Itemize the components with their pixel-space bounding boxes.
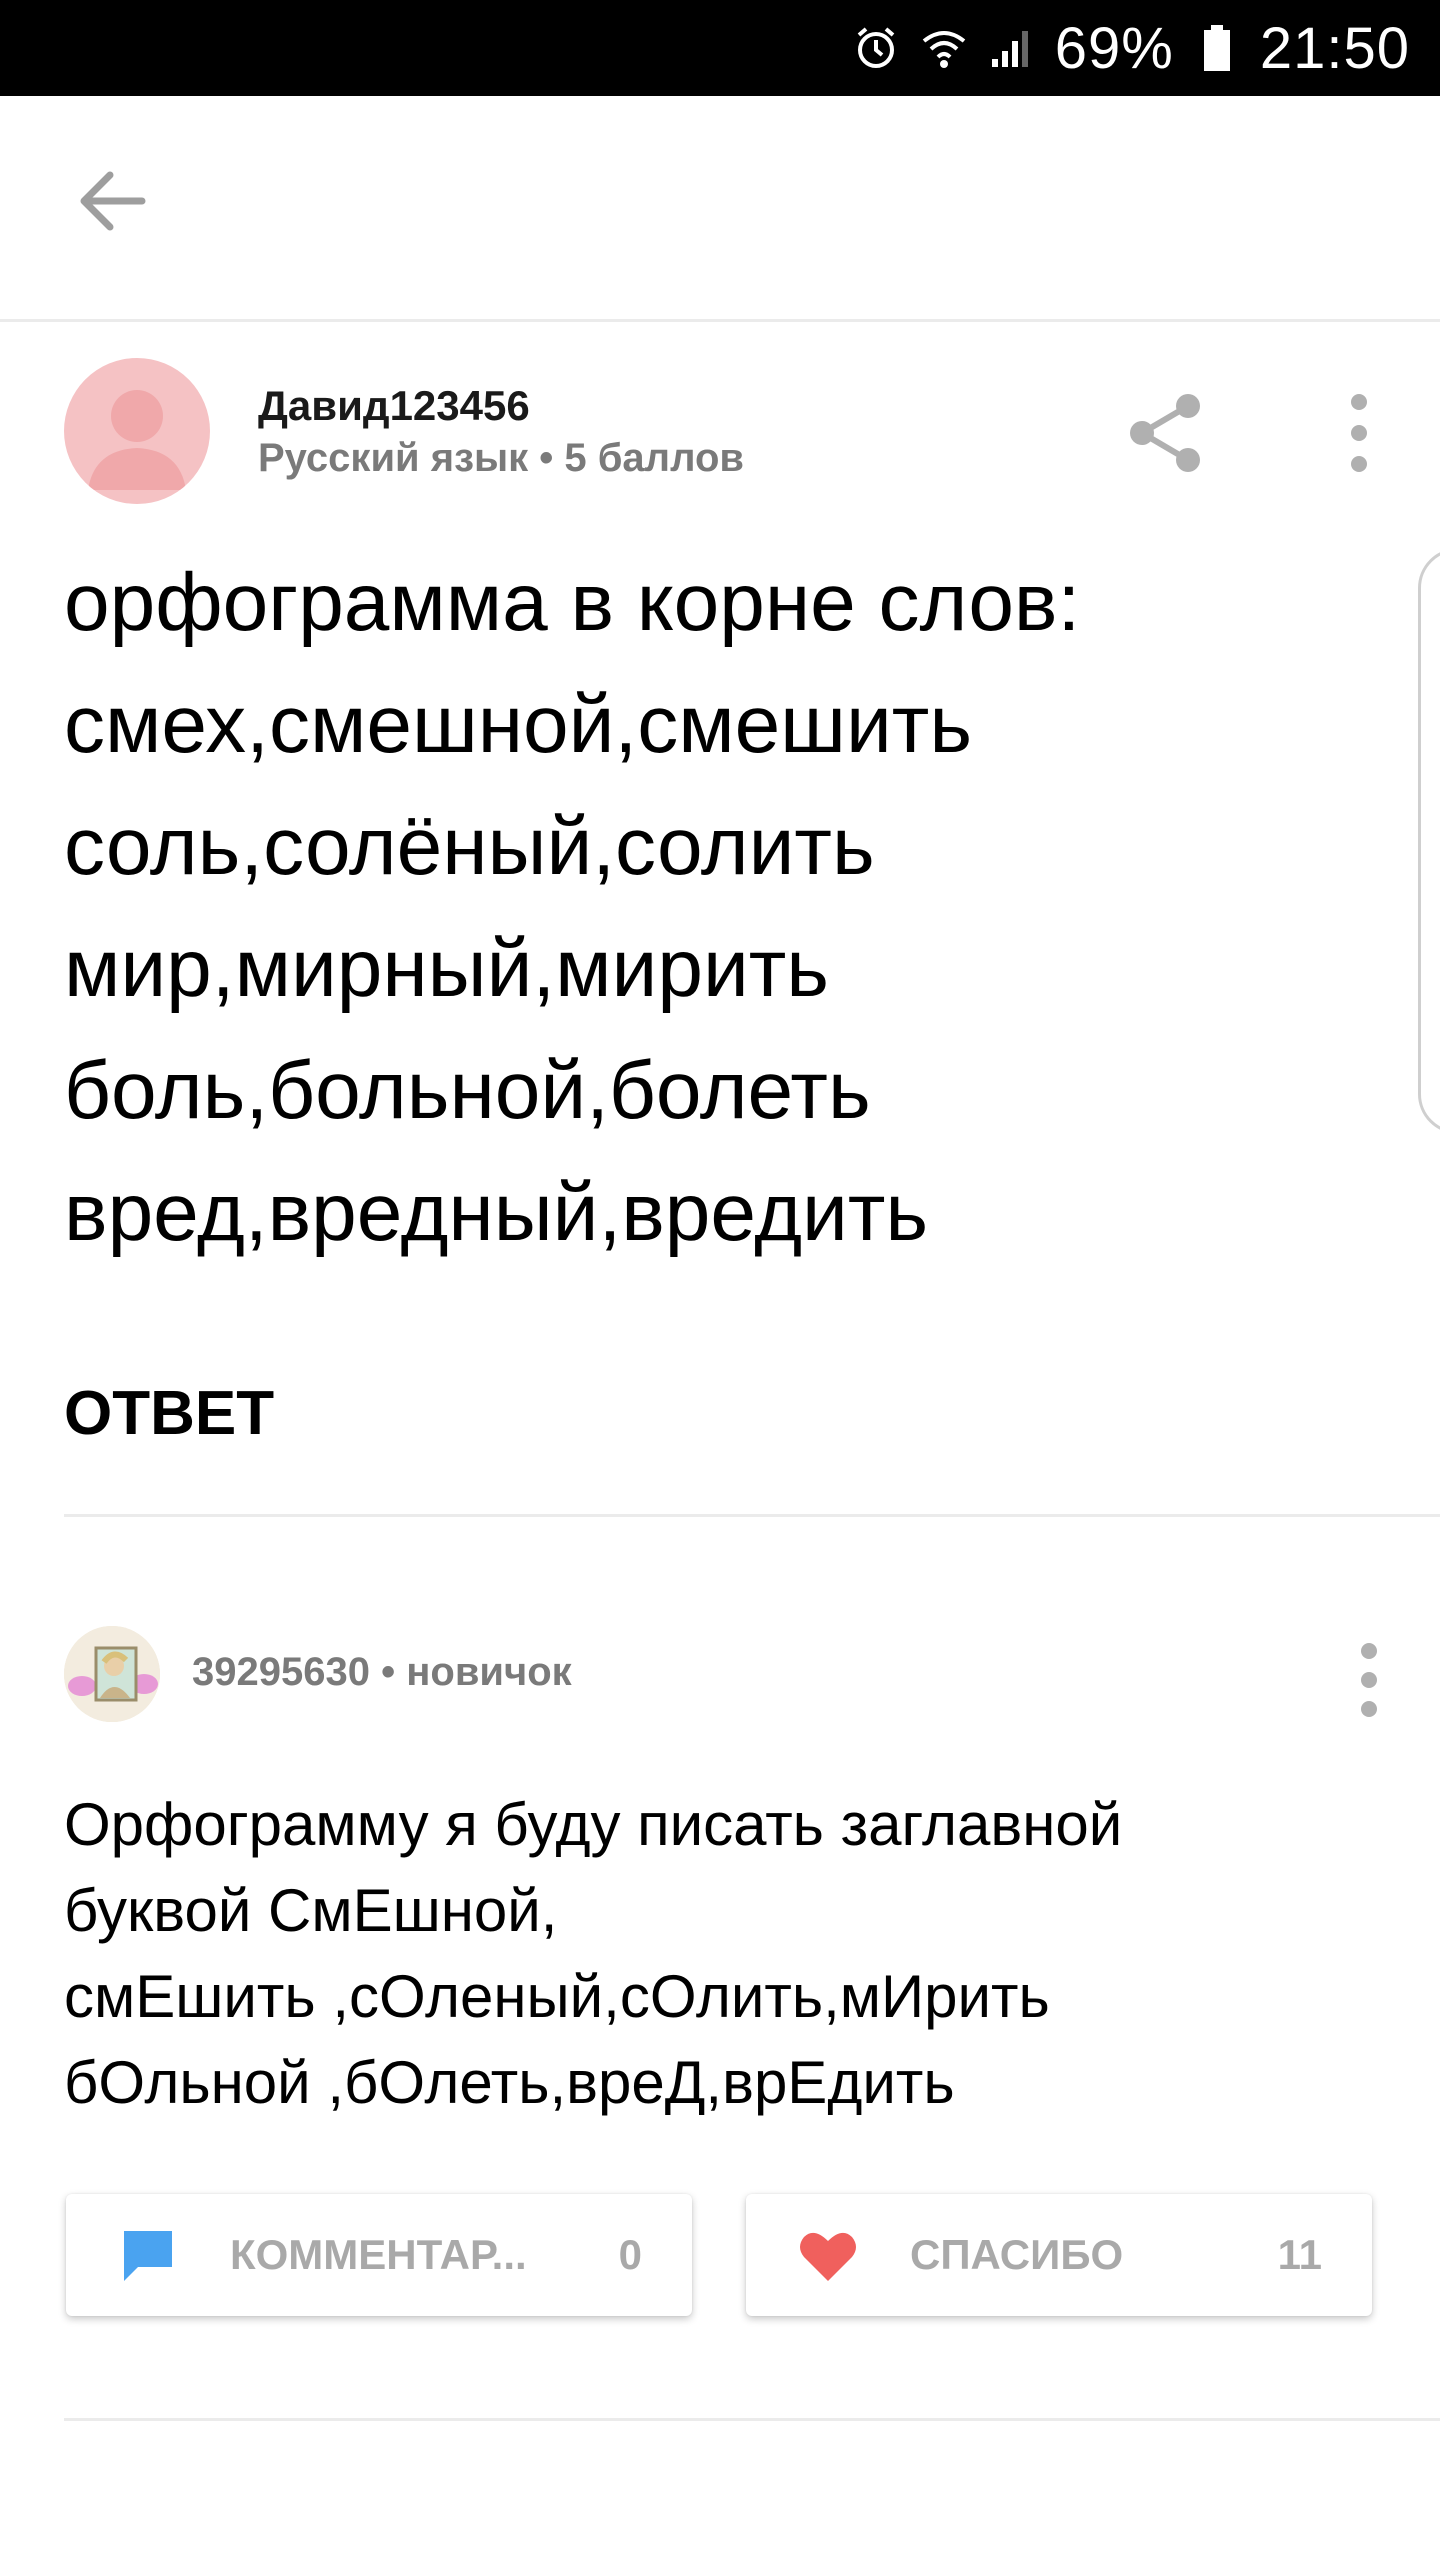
question-subject-points: Русский язык • 5 баллов bbox=[258, 436, 744, 480]
app-bar bbox=[0, 96, 1440, 322]
thanks-button[interactable]: СПАСИБО 11 bbox=[746, 2194, 1372, 2316]
answer-more-button[interactable] bbox=[1344, 1640, 1394, 1720]
signal-icon bbox=[987, 23, 1037, 73]
question-text: орфограмма в корне слов: смех,смешной,см… bbox=[64, 557, 1081, 1258]
answer-text: Орфограмму я буду писать заглавной букво… bbox=[64, 1791, 1123, 2116]
comment-label: КОММЕНТАР... bbox=[230, 2231, 527, 2278]
user-silhouette-icon bbox=[88, 390, 186, 490]
status-bar: 69% 21:50 bbox=[0, 0, 1440, 96]
question-author-name[interactable]: Давид123456 bbox=[258, 382, 530, 430]
comment-count: 0 bbox=[618, 2231, 642, 2278]
battery-icon bbox=[1192, 23, 1242, 73]
more-vert-icon bbox=[1334, 394, 1384, 480]
page: 69% 21:50 Давид123456 Русский язык • 5 б… bbox=[0, 0, 1440, 2560]
alarm-icon bbox=[851, 23, 901, 73]
question-more-button[interactable] bbox=[1334, 390, 1384, 476]
answer-heading: ОТВЕТ bbox=[64, 1379, 275, 1448]
answer-author-name[interactable]: 39295630 bbox=[192, 1650, 370, 1694]
divider bbox=[64, 2418, 1440, 2421]
back-button[interactable] bbox=[70, 162, 152, 244]
question-author-avatar[interactable] bbox=[64, 358, 210, 504]
comment-icon bbox=[116, 2223, 180, 2287]
separator-dot: • bbox=[381, 1650, 396, 1694]
answer-author-avatar[interactable] bbox=[64, 1626, 160, 1722]
avatar-image bbox=[64, 1626, 160, 1722]
clock: 21:50 bbox=[1259, 15, 1410, 81]
arrow-left-icon bbox=[76, 170, 146, 237]
thanks-label: СПАСИБО bbox=[910, 2231, 1124, 2278]
share-button[interactable] bbox=[1122, 388, 1208, 478]
answer-author-rank: новичок bbox=[406, 1650, 572, 1694]
answer-author-line: 39295630 • новичок bbox=[192, 1650, 572, 1695]
share-icon bbox=[1122, 394, 1208, 482]
comment-button[interactable]: КОММЕНТАР... 0 bbox=[66, 2194, 692, 2316]
heart-icon bbox=[796, 2223, 860, 2287]
thanks-count: 11 bbox=[1277, 2231, 1322, 2278]
more-vert-icon bbox=[1344, 1643, 1394, 1724]
battery-percent: 69% bbox=[1054, 15, 1174, 81]
divider bbox=[64, 1514, 1440, 1517]
wifi-icon bbox=[919, 23, 969, 73]
next-question-card-edge[interactable] bbox=[1418, 548, 1440, 1134]
